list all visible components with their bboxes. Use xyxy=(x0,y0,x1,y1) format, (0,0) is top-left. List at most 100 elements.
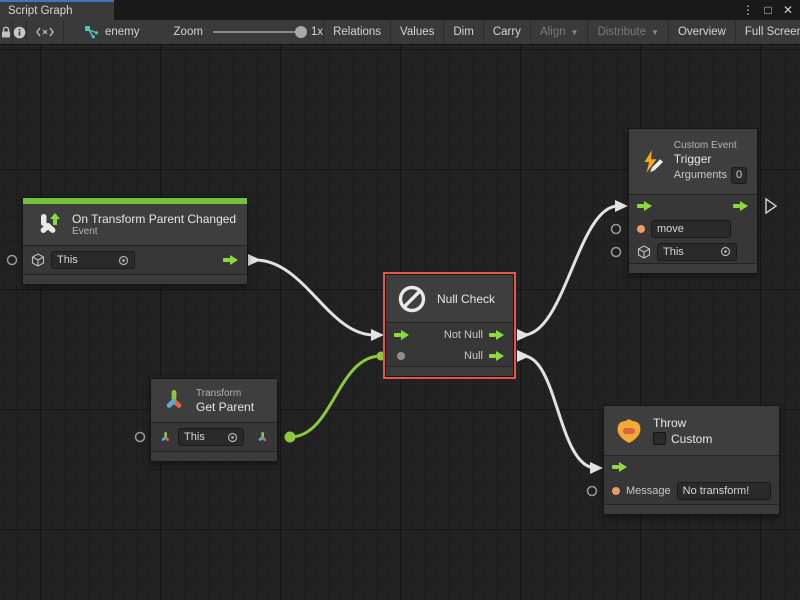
script-graph-icon xyxy=(84,25,99,39)
transform-port-icon[interactable] xyxy=(159,430,172,445)
arguments-label: Arguments xyxy=(674,169,727,181)
node-category: Custom Event xyxy=(674,140,747,152)
node-get-parent[interactable]: Transform Get Parent This xyxy=(150,378,278,462)
node-title: Null Check xyxy=(437,292,495,306)
tab-bar: Script Graph ⋮ □ ✕ xyxy=(0,0,800,20)
node-null-check[interactable]: Null Check Not Null Null xyxy=(385,274,514,377)
not-null-port-label: Not Null xyxy=(444,329,483,341)
unconnected-port-circle[interactable] xyxy=(8,256,17,265)
node-subtitle: Event xyxy=(72,226,236,238)
wire-end-arrow xyxy=(615,200,628,212)
node-title: Throw xyxy=(653,416,712,430)
lock-icon xyxy=(0,26,12,39)
node-footer xyxy=(386,366,513,376)
wire-start-arrow xyxy=(517,329,530,341)
tab-script-graph[interactable]: Script Graph xyxy=(0,0,114,20)
target-field[interactable]: This xyxy=(657,243,737,261)
node-footer xyxy=(23,274,247,284)
kebab-menu-icon[interactable]: ⋮ xyxy=(740,2,756,18)
object-picker-icon[interactable] xyxy=(227,432,238,443)
zoom-control: Zoom 1x xyxy=(174,20,324,44)
align-button[interactable]: Align▼ xyxy=(531,20,589,44)
zoom-slider[interactable] xyxy=(213,31,305,33)
graph-toolbar: enemy Zoom 1x Relations Values Dim Carry… xyxy=(0,20,800,45)
gameobject-cube-icon xyxy=(637,245,651,259)
wire-start-arrow xyxy=(517,350,530,362)
distribute-button[interactable]: Distribute▼ xyxy=(588,20,669,44)
window-controls: ⋮ □ ✕ xyxy=(740,0,796,20)
dim-button[interactable]: Dim xyxy=(444,20,483,44)
maximize-icon[interactable]: □ xyxy=(760,2,776,18)
zoom-slider-handle[interactable] xyxy=(295,26,307,38)
flow-input-port[interactable] xyxy=(637,200,653,212)
object-picker-icon[interactable] xyxy=(720,246,731,257)
flow-output-port[interactable] xyxy=(733,200,749,212)
carry-button[interactable]: Carry xyxy=(484,20,531,44)
wire-end-arrow xyxy=(371,329,384,341)
code-icon xyxy=(36,26,54,38)
flow-output-port[interactable] xyxy=(489,350,505,362)
unconnected-port-circle[interactable] xyxy=(588,487,597,496)
transform-output-port-icon[interactable] xyxy=(256,430,269,445)
node-footer xyxy=(151,451,277,461)
node-title: On Transform Parent Changed xyxy=(72,212,236,226)
wire-start-arrow xyxy=(248,254,261,266)
value-input-port[interactable] xyxy=(397,352,405,360)
zoom-label: Zoom xyxy=(174,26,203,38)
toolbar-right-buttons: Relations Values Dim Carry Align▼ Distri… xyxy=(323,20,800,44)
relations-button[interactable]: Relations xyxy=(324,20,391,44)
chevron-down-icon: ▼ xyxy=(651,28,659,37)
transform-changed-event-icon xyxy=(33,210,63,240)
custom-checkbox-label: Custom xyxy=(671,432,712,446)
object-picker-icon[interactable] xyxy=(118,255,129,266)
graph-canvas[interactable]: On Transform Parent Changed Event This xyxy=(0,45,800,600)
chevron-down-icon: ▼ xyxy=(571,28,579,37)
string-input-port[interactable] xyxy=(612,487,620,495)
values-button[interactable]: Values xyxy=(391,20,444,44)
full-screen-button[interactable]: Full Screen xyxy=(736,20,800,44)
message-field[interactable]: No transform! xyxy=(677,482,771,500)
wire-null-to-throw[interactable] xyxy=(523,356,596,468)
wire-end-arrow xyxy=(590,462,603,474)
flow-output-port[interactable] xyxy=(223,254,239,266)
gameobject-cube-icon xyxy=(31,253,45,267)
node-on-transform-parent-changed[interactable]: On Transform Parent Changed Event This xyxy=(22,197,248,285)
node-category: Transform xyxy=(196,388,254,400)
close-icon[interactable]: ✕ xyxy=(780,2,796,18)
arguments-count-field[interactable]: 0 xyxy=(731,167,747,184)
flow-output-port[interactable] xyxy=(489,329,505,341)
wire-event-to-nullcheck[interactable] xyxy=(255,260,374,335)
lock-button[interactable] xyxy=(0,20,13,44)
wire-notnull-to-trigger[interactable] xyxy=(523,206,618,335)
wire-getparent-to-nullcheck[interactable] xyxy=(290,356,381,437)
node-footer xyxy=(604,504,779,514)
node-footer xyxy=(629,263,757,273)
edit-source-button[interactable] xyxy=(27,20,64,44)
transform-icon xyxy=(161,388,187,414)
unconnected-port-circle[interactable] xyxy=(612,225,621,234)
overview-button[interactable]: Overview xyxy=(669,20,736,44)
zoom-value: 1x xyxy=(311,26,323,38)
target-field[interactable]: This xyxy=(51,251,135,269)
custom-checkbox[interactable] xyxy=(653,432,666,445)
throw-error-icon xyxy=(614,417,644,445)
graph-name: enemy xyxy=(105,26,140,38)
node-trigger-custom-event[interactable]: Custom Event Trigger Arguments 0 xyxy=(628,128,758,274)
message-label: Message xyxy=(626,485,671,497)
flow-input-port[interactable] xyxy=(394,329,410,341)
node-throw[interactable]: Throw Custom Message No transform! xyxy=(603,405,780,515)
target-field[interactable]: This xyxy=(178,428,244,446)
unconnected-flow-triangle[interactable] xyxy=(766,199,776,213)
string-input-port[interactable] xyxy=(637,225,645,233)
event-name-field[interactable]: move xyxy=(651,220,731,238)
node-title: Get Parent xyxy=(196,400,254,414)
tab-title: Script Graph xyxy=(8,5,73,17)
unconnected-port-circle[interactable] xyxy=(136,433,145,442)
graph-breadcrumb[interactable]: enemy xyxy=(84,20,140,44)
flow-input-port[interactable] xyxy=(612,461,628,473)
unconnected-port-circle[interactable] xyxy=(612,248,621,257)
node-title: Trigger xyxy=(674,152,747,166)
inspect-button[interactable] xyxy=(13,20,27,44)
null-check-icon xyxy=(396,283,428,315)
wire-start-dot xyxy=(285,432,296,443)
